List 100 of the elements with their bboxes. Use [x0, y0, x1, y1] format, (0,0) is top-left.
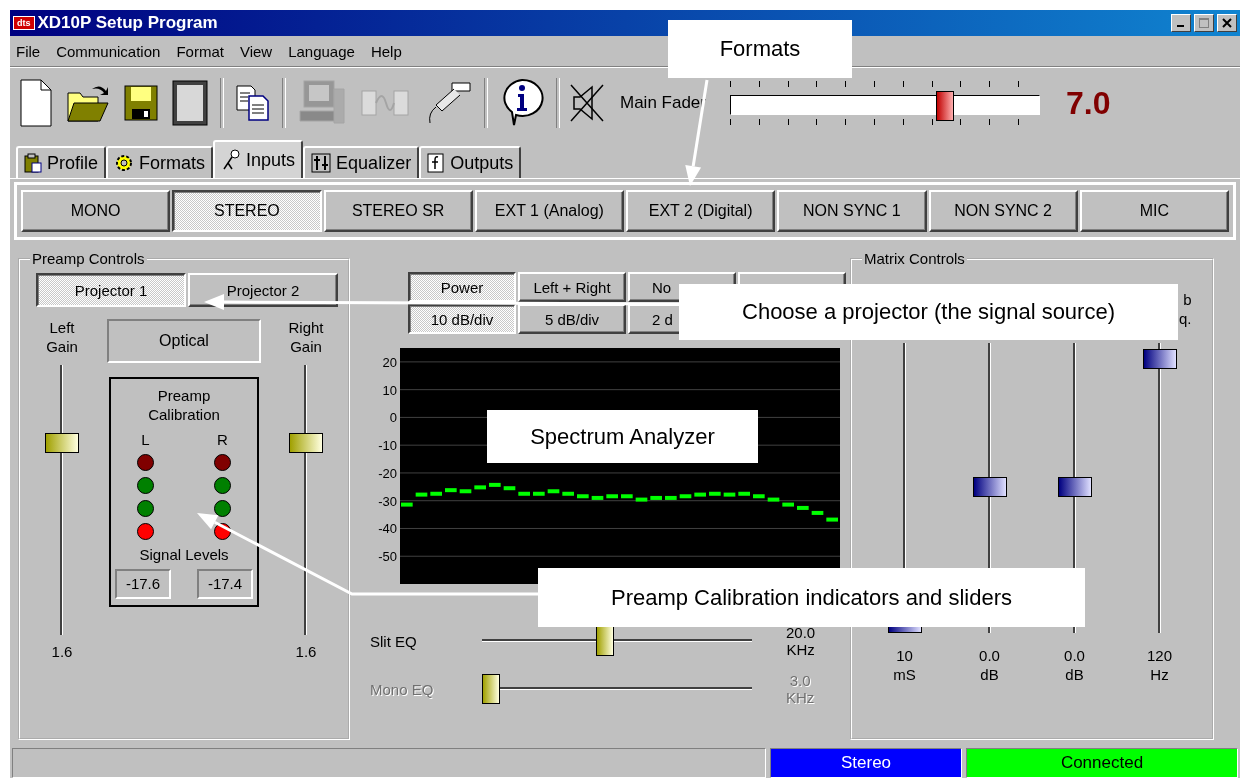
status-pane: Connected	[966, 748, 1238, 778]
level-marker	[547, 489, 560, 494]
level-marker	[606, 494, 618, 499]
slider-thumb[interactable]	[596, 626, 615, 656]
slider-value: 20.0 KHz	[786, 624, 816, 658]
fader-thumb[interactable]	[935, 91, 954, 121]
level-marker	[797, 505, 809, 510]
close-button[interactable]	[1217, 14, 1237, 32]
level-marker	[591, 495, 604, 500]
maximize-icon	[1199, 18, 1209, 28]
level-marker	[782, 502, 794, 507]
close-icon	[1222, 18, 1232, 28]
menu-item[interactable]: View	[239, 42, 273, 60]
level-marker	[738, 491, 750, 496]
level-marker	[562, 491, 574, 496]
analyzer-button[interactable]: 5 dB/div	[518, 304, 626, 334]
axis-label: 10	[382, 382, 397, 398]
slider-thumb[interactable]	[289, 433, 323, 454]
callout-tooltip: Preamp Calibration indicators and sliders	[538, 568, 1085, 627]
app-logo: dts	[13, 16, 35, 30]
slider-value: 3.0 KHz	[786, 672, 815, 706]
tab[interactable]: Profile	[16, 146, 107, 178]
format-button[interactable]: NON SYNC 2	[928, 190, 1078, 232]
analyzer-button[interactable]: Power	[408, 272, 516, 302]
level-marker	[474, 485, 486, 490]
level-readout: -17.4	[197, 568, 253, 599]
format-button[interactable]: MONO	[21, 190, 171, 232]
level-marker	[489, 482, 501, 487]
axis-label: -10	[378, 438, 397, 454]
slider-label: Mono EQ	[369, 680, 435, 698]
slider-thumb[interactable]	[972, 477, 1007, 497]
source-display: Optical	[107, 319, 261, 363]
function-icon	[427, 153, 446, 173]
format-button[interactable]: NON SYNC 1	[777, 190, 927, 232]
callout-tooltip: Formats	[668, 20, 852, 78]
level-marker	[503, 486, 516, 491]
level-marker	[621, 494, 633, 499]
level-marker	[826, 517, 838, 522]
level-marker	[767, 497, 780, 502]
maximize-button[interactable]	[1194, 14, 1214, 32]
projector-button[interactable]: Projector 1	[36, 273, 186, 307]
axis-label: -20	[378, 465, 397, 481]
equalizer-icon	[311, 153, 332, 173]
level-marker	[415, 492, 428, 497]
level-marker	[445, 488, 457, 493]
axis-label: 0	[389, 410, 397, 426]
level-marker	[753, 494, 765, 499]
level-marker	[635, 497, 648, 502]
clipboard-icon	[24, 153, 42, 173]
callout-tooltip: Spectrum Analyzer	[487, 410, 758, 463]
channel-label: R	[217, 430, 228, 448]
minimize-button[interactable]	[1171, 14, 1191, 32]
axis-label: -50	[378, 549, 397, 565]
tab[interactable]: Outputs	[419, 146, 522, 178]
menu-item[interactable]: Language	[288, 42, 355, 60]
analyzer-button[interactable]: Left + Right	[518, 272, 626, 302]
status-pane: Stereo	[770, 748, 962, 778]
level-marker	[430, 491, 442, 496]
format-button[interactable]: EXT 2 (Digital)	[626, 190, 776, 232]
level-marker	[665, 495, 677, 500]
slider-label: b q.	[1179, 291, 1192, 329]
analyzer-button[interactable]: 10 dB/div	[408, 304, 516, 334]
slider-thumb[interactable]	[1142, 349, 1177, 370]
tab[interactable]: Equalizer	[303, 146, 420, 178]
group-title: Matrix Controls	[863, 250, 966, 267]
tab[interactable]: Formats	[106, 146, 214, 178]
axis-label: 20	[382, 354, 397, 370]
level-marker	[709, 491, 721, 496]
group-title: Preamp Controls	[31, 250, 146, 267]
level-marker	[694, 492, 706, 497]
level-marker	[577, 494, 589, 499]
level-marker	[459, 489, 472, 494]
format-button[interactable]: EXT 1 (Analog)	[474, 190, 624, 232]
slider-thumb[interactable]	[45, 433, 79, 454]
axis-label: -30	[378, 493, 397, 509]
level-marker	[811, 510, 824, 515]
format-button[interactable]: MIC	[1079, 190, 1229, 232]
tab[interactable]: Inputs	[213, 140, 304, 178]
format-button[interactable]: STEREO SR	[323, 190, 473, 232]
slider-label: Right Gain	[288, 319, 324, 357]
level-marker	[401, 502, 413, 507]
level-marker	[650, 495, 662, 500]
menu-item[interactable]: File	[16, 42, 41, 60]
slider-thumb[interactable]	[1057, 477, 1092, 497]
menu-item[interactable]: Format	[176, 42, 224, 60]
slider-value: 0.0 dB	[1064, 647, 1085, 685]
slider-label: Slit EQ	[369, 632, 418, 650]
menu-item[interactable]: Help	[370, 42, 402, 60]
level-marker	[679, 494, 692, 499]
window-title: XD10P Setup Program	[37, 13, 219, 33]
slider-value: 0.0 dB	[979, 647, 1000, 685]
muted-speaker-icon[interactable]	[570, 83, 604, 123]
format-button[interactable]: STEREO	[172, 190, 322, 232]
level-marker	[723, 492, 736, 497]
level-marker	[533, 491, 545, 496]
fader-value: 7.0	[1066, 84, 1111, 122]
slider-value: 120 Hz	[1147, 647, 1172, 685]
level-readout: -17.6	[115, 568, 171, 599]
microphone-icon	[221, 149, 242, 171]
menu-item[interactable]: Communication	[56, 42, 161, 60]
